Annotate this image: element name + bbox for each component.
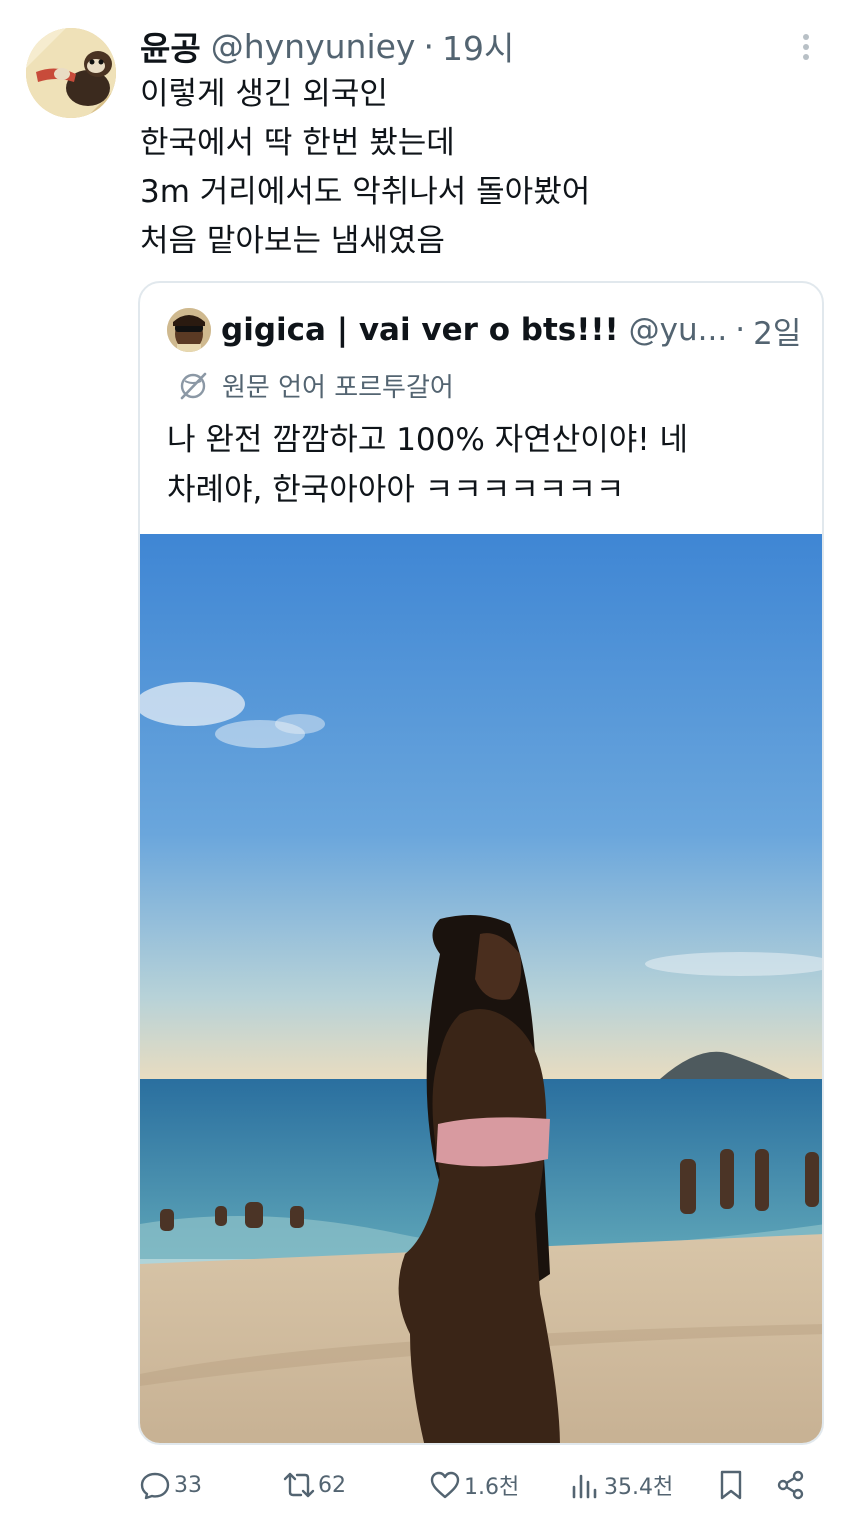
- reply-icon: [138, 1468, 172, 1502]
- author-handle[interactable]: @hynyuniey: [211, 27, 416, 66]
- tweet-header: 윤공 @hynyuniey · 19시: [140, 22, 514, 70]
- bookmark-icon: [714, 1468, 748, 1502]
- reply-button[interactable]: 33: [138, 1462, 202, 1508]
- share-icon: [774, 1468, 808, 1502]
- tweet-text-line: 이렇게 생긴 외국인: [140, 76, 388, 112]
- quoted-author-avatar[interactable]: [167, 308, 211, 352]
- like-count: 1.6천: [464, 1475, 520, 1500]
- quoted-tweet-photo[interactable]: [140, 534, 822, 1443]
- author-display-name[interactable]: 윤공: [140, 22, 201, 70]
- tweet-action-bar: 33 62 1.6천 35.4천: [138, 1462, 818, 1508]
- quoted-author-display-name[interactable]: gigica | vai ver o bts!!!: [221, 312, 619, 348]
- like-button[interactable]: 1.6천: [428, 1462, 519, 1508]
- tweet-text-line: 한국에서 딱 한번 봤는데: [140, 125, 455, 161]
- retweet-count: 62: [318, 1472, 346, 1498]
- quoted-tweet-timestamp[interactable]: 2일: [753, 308, 801, 353]
- views-button[interactable]: 35.4천: [568, 1462, 673, 1508]
- retweet-button[interactable]: 62: [282, 1462, 346, 1508]
- like-icon: [428, 1468, 462, 1502]
- translation-notice[interactable]: 원문 언어 포르투갈어: [176, 367, 454, 404]
- quoted-author-handle[interactable]: @yu...: [629, 312, 728, 348]
- quoted-tweet-header: gigica | vai ver o bts!!! @yu... · 2일: [167, 307, 801, 353]
- retweet-icon: [282, 1468, 316, 1502]
- quoted-text-line: 차례야, 한국아아아 ㅋㅋㅋㅋㅋㅋㅋ: [167, 472, 625, 508]
- more-icon[interactable]: [792, 30, 820, 64]
- translation-label: 원문 언어 포르투갈어: [222, 373, 454, 403]
- tweet-text-line: 처음 맡아보는 냄새였음: [140, 223, 445, 259]
- views-icon: [568, 1468, 602, 1502]
- reply-count: 33: [174, 1472, 202, 1498]
- bookmark-button[interactable]: [714, 1462, 748, 1508]
- tweet-text: 이렇게 생긴 외국인 한국에서 딱 한번 봤는데 3m 거리에서도 악취나서 돌…: [140, 70, 590, 266]
- translate-icon: [176, 369, 210, 403]
- views-count: 35.4천: [604, 1475, 674, 1500]
- quoted-tweet-text: 나 완전 깜깜하고 100% 자연산이야! 네 차례야, 한국아아아 ㅋㅋㅋㅋㅋ…: [167, 415, 688, 515]
- tweet-timestamp[interactable]: 19시: [442, 22, 514, 70]
- header-separator: ·: [423, 26, 434, 66]
- tweet-text-line: 3m 거리에서도 악취나서 돌아봤어: [140, 174, 591, 210]
- quoted-header-separator: ·: [735, 312, 746, 348]
- quoted-text-line: 나 완전 깜깜하고 100% 자연산이야! 네: [167, 422, 689, 458]
- quoted-tweet-card[interactable]: gigica | vai ver o bts!!! @yu... · 2일 원문…: [138, 281, 824, 1445]
- share-button[interactable]: [774, 1462, 808, 1508]
- author-avatar[interactable]: [26, 28, 116, 118]
